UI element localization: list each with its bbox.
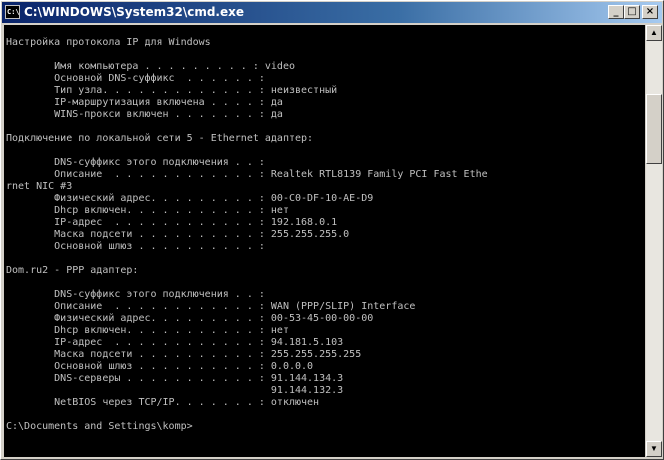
console-line: rnet NIC #3	[6, 181, 73, 192]
scroll-up-arrow-icon[interactable]: ▲	[646, 25, 662, 41]
console-line: C:\Documents and Settings\komp>	[6, 421, 193, 432]
console-line: Dom.ru2 - PPP адаптер:	[6, 265, 139, 276]
console-line: Подключение по локальной сети 5 - Ethern…	[6, 133, 314, 144]
console-line: Описание . . . . . . . . . . . . : Realt…	[6, 169, 488, 180]
console-line: DNS-суффикс этого подключения . . :	[6, 157, 265, 168]
console-line: Маска подсети . . . . . . . . . . : 255.…	[6, 229, 350, 240]
window-title: C:\WINDOWS\System32\cmd.exe	[24, 5, 245, 19]
console-output[interactable]: Настройка протокола IP для Windows Имя к…	[4, 25, 645, 457]
console-line: Основной шлюз . . . . . . . . . . :	[6, 241, 265, 252]
console-line: Основной шлюз . . . . . . . . . . : 0.0.…	[6, 361, 314, 372]
console-line: NetBIOS через TCP/IP. . . . . . . : откл…	[6, 397, 320, 408]
console-line: IP-маршрутизация включена . . . . : да	[6, 97, 283, 108]
maximize-button[interactable]: □	[624, 5, 640, 19]
console-line: IP-адрес . . . . . . . . . . . . : 192.1…	[6, 217, 338, 228]
scroll-down-arrow-icon[interactable]: ▼	[646, 441, 662, 457]
cmd-icon[interactable]: C:\	[5, 5, 20, 19]
console-line: Dhcp включен. . . . . . . . . . . : нет	[6, 205, 289, 216]
console-line: Основной DNS-суффикс . . . . . . :	[6, 73, 265, 84]
console-line: Физический адрес. . . . . . . . . : 00-5…	[6, 313, 374, 324]
console-line: Настройка протокола IP для Windows	[6, 37, 211, 48]
console-line: Описание . . . . . . . . . . . . : WAN (…	[6, 301, 416, 312]
minimize-button[interactable]: _	[608, 5, 624, 19]
console-line: Имя компьютера . . . . . . . . . : video	[6, 61, 295, 72]
console-line: DNS-серверы . . . . . . . . . . . : 91.1…	[6, 373, 344, 384]
console-line: Маска подсети . . . . . . . . . . : 255.…	[6, 349, 362, 360]
console-line: Тип узла. . . . . . . . . . . . . : неиз…	[6, 85, 338, 96]
vertical-scrollbar[interactable]: ▲ ▼	[646, 25, 662, 457]
close-button[interactable]: ×	[642, 5, 658, 19]
console-line: Физический адрес. . . . . . . . . : 00-C…	[6, 193, 374, 204]
title-bar[interactable]: C:\ C:\WINDOWS\System32\cmd.exe _ □ ×	[2, 2, 662, 23]
scroll-thumb[interactable]	[646, 94, 662, 164]
console-line: DNS-суффикс этого подключения . . :	[6, 289, 265, 300]
console-line: IP-адрес . . . . . . . . . . . . : 94.18…	[6, 337, 344, 348]
console-line: WINS-прокси включен . . . . . . . : да	[6, 109, 283, 120]
cmd-window: C:\ C:\WINDOWS\System32\cmd.exe _ □ × На…	[0, 0, 664, 460]
console-line: Dhcp включен. . . . . . . . . . . : нет	[6, 325, 289, 336]
console-text: Настройка протокола IP для Windows Имя к…	[6, 37, 488, 433]
console-line: 91.144.132.3	[6, 385, 344, 396]
